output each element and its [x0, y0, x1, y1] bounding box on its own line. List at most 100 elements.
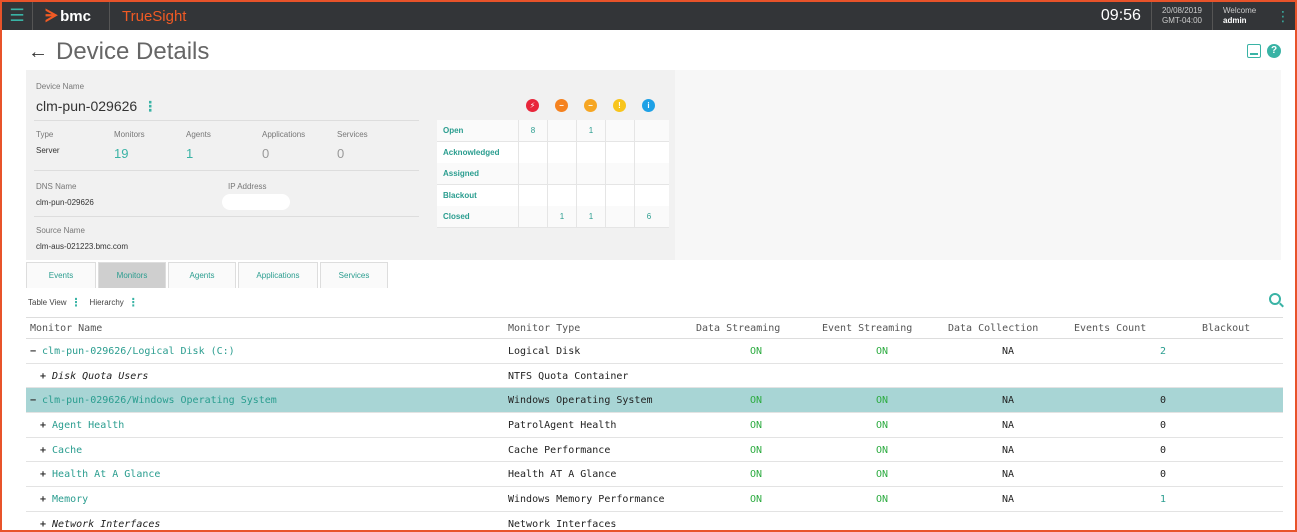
column-header[interactable]: Monitor Name	[30, 323, 102, 334]
table-row[interactable]: + Memory Windows Memory Performance ON ON NA 1	[26, 487, 1283, 512]
table-row[interactable]: + Disk Quota Users NTFS Quota Container	[26, 363, 1283, 389]
table-row[interactable]: + Agent Health PatrolAgent Health ON ON NA 0	[26, 413, 1283, 438]
collapse-icon[interactable]: −	[30, 346, 36, 357]
tab-agents[interactable]: Agents	[168, 262, 236, 288]
column-header[interactable]: Events Count	[1074, 323, 1146, 334]
minor-icon[interactable]: −	[584, 99, 597, 112]
monitor-name[interactable]: Agent Health	[52, 420, 124, 431]
dashboard-icon[interactable]	[1247, 44, 1261, 58]
data-streaming: ON	[750, 494, 763, 506]
more-options-icon[interactable]: ⋮	[1271, 8, 1295, 25]
matrix-row-label[interactable]: Assigned	[443, 169, 479, 178]
expand-icon[interactable]: +	[40, 445, 46, 456]
hierarchy-menu-icon[interactable]: ⋮	[128, 296, 139, 309]
info-icon[interactable]: i	[642, 99, 655, 112]
events-count[interactable]: 2	[1160, 346, 1166, 357]
column-header[interactable]: Data Collection	[948, 323, 1038, 334]
tab-applications[interactable]: Applications	[238, 262, 318, 288]
monitor-name-cell[interactable]: − clm-pun-029626/Logical Disk (C:)	[30, 346, 235, 357]
matrix-cell	[547, 120, 576, 142]
expand-icon[interactable]: +	[40, 420, 46, 431]
data-collection: NA	[1002, 469, 1015, 481]
matrix-cell[interactable]: 1	[576, 206, 605, 228]
data-collection: NA	[1002, 494, 1015, 506]
matrix-row-label[interactable]: Blackout	[443, 191, 477, 200]
monitor-name: Disk Quota Users	[52, 370, 149, 382]
monitor-name-cell[interactable]: + Agent Health	[40, 420, 124, 431]
applications-label: Applications	[262, 130, 306, 139]
matrix-row-label[interactable]: Open	[443, 126, 463, 135]
event-streaming: ON	[876, 420, 889, 432]
expand-icon[interactable]: +	[40, 519, 46, 530]
table-row[interactable]: + Health At A Glance Health AT A Glance ON O…	[26, 462, 1283, 488]
bmc-logo-icon: ᗒ	[45, 5, 59, 26]
events-count[interactable]: 1	[1160, 494, 1166, 505]
brand-logo[interactable]: ᗒ bmc	[33, 2, 109, 30]
monitor-name[interactable]: Cache	[52, 445, 82, 456]
type-value: Server	[36, 146, 60, 155]
menu-icon[interactable]: ☰	[2, 2, 32, 30]
device-name-label: Device Name	[36, 82, 85, 91]
matrix-cell	[547, 163, 576, 185]
tab-monitors[interactable]: Monitors	[98, 262, 166, 288]
search-icon[interactable]	[1269, 293, 1281, 305]
expand-icon[interactable]: +	[40, 469, 46, 480]
table-row[interactable]: + Network Interfaces Network Interfaces	[26, 511, 1283, 532]
expand-icon[interactable]: +	[40, 371, 46, 382]
monitor-name[interactable]: clm-pun-029626/Windows Operating System	[42, 395, 277, 406]
monitor-name-cell[interactable]: + Health At A Glance	[40, 469, 160, 480]
agents-count[interactable]: 1	[186, 146, 193, 161]
event-streaming: ON	[876, 444, 889, 456]
user-block[interactable]: Welcome admin	[1213, 6, 1271, 26]
column-header[interactable]: Event Streaming	[822, 323, 912, 334]
source-value: clm-aus-021223.bmc.com	[36, 242, 129, 251]
monitor-name[interactable]: Memory	[52, 494, 88, 505]
monitor-name[interactable]: clm-pun-029626/Logical Disk (C:)	[42, 346, 235, 357]
monitor-name-cell[interactable]: + Cache	[40, 445, 82, 456]
tab-services[interactable]: Services	[320, 262, 388, 288]
column-header[interactable]: Monitor Type	[508, 323, 580, 334]
events-count[interactable]: 0	[1160, 469, 1166, 480]
warning-icon[interactable]: !	[613, 99, 626, 112]
collapse-icon[interactable]: −	[30, 395, 36, 406]
divider	[34, 216, 419, 217]
data-streaming: ON	[750, 469, 763, 481]
date-block: 20/08/2019 GMT-04:00	[1152, 6, 1212, 26]
matrix-cell[interactable]: 8	[518, 120, 547, 142]
table-row[interactable]: − clm-pun-029626/Logical Disk (C:) Logical…	[26, 339, 1283, 364]
table-view-label[interactable]: Table View	[28, 298, 67, 307]
matrix-row-label[interactable]: Acknowledged	[443, 148, 499, 157]
critical-icon[interactable]: ⚡	[526, 99, 539, 112]
expand-icon[interactable]: +	[40, 494, 46, 505]
table-view-menu-icon[interactable]: ⋮	[71, 296, 82, 309]
column-header[interactable]: Blackout	[1202, 323, 1250, 334]
monitors-count[interactable]: 19	[114, 146, 128, 161]
matrix-cell[interactable]: 1	[547, 206, 576, 228]
matrix-cell	[634, 163, 663, 185]
column-header[interactable]: Data Streaming	[696, 323, 780, 334]
monitor-type: Cache Performance	[508, 444, 611, 456]
matrix-cell[interactable]: 6	[634, 206, 663, 228]
events-count[interactable]: 0	[1160, 420, 1166, 431]
device-actions-icon[interactable]: ⋮	[143, 98, 157, 114]
monitor-name[interactable]: Health At A Glance	[52, 469, 160, 480]
matrix-row-label[interactable]: Closed	[443, 212, 470, 221]
matrix-cell	[518, 184, 547, 207]
events-count[interactable]: 0	[1160, 445, 1166, 456]
events-count[interactable]: 0	[1160, 395, 1166, 406]
matrix-cell[interactable]: 1	[576, 120, 605, 142]
event-streaming: ON	[876, 346, 889, 357]
major-icon[interactable]: −	[555, 99, 568, 112]
matrix-cell	[605, 206, 634, 228]
monitor-type: Windows Operating System	[508, 395, 653, 407]
data-streaming: ON	[750, 444, 763, 456]
hierarchy-label[interactable]: Hierarchy	[90, 298, 124, 307]
monitor-name-cell[interactable]: − clm-pun-029626/Windows Operating System	[30, 395, 277, 406]
help-icon[interactable]: ?	[1267, 44, 1281, 58]
tab-events[interactable]: Events	[26, 262, 96, 288]
monitor-name-cell[interactable]: + Memory	[40, 494, 88, 505]
table-row[interactable]: − clm-pun-029626/Windows Operating System…	[26, 388, 1283, 414]
table-row[interactable]: + Cache Cache Performance ON ON NA 0	[26, 437, 1283, 463]
event-streaming: ON	[876, 494, 889, 506]
back-arrow-icon[interactable]: ←	[28, 41, 48, 64]
